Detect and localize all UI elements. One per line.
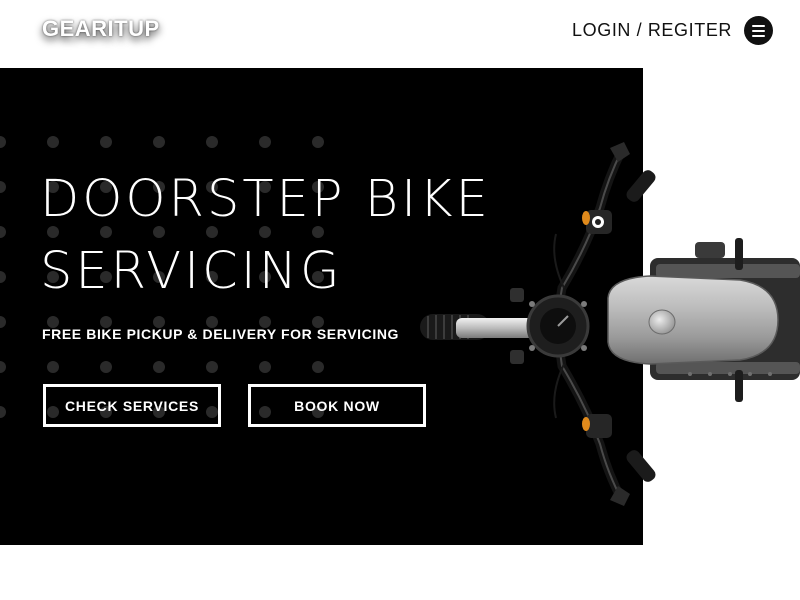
site-header: GEARITUP LOGIN / REGITER — [0, 0, 800, 68]
rear-rail-shape — [656, 362, 800, 374]
pattern-dot — [0, 181, 6, 193]
pattern-dot — [100, 361, 112, 373]
pattern-dot — [153, 136, 165, 148]
grip-shape — [626, 450, 656, 482]
switch-center-shape — [595, 219, 601, 225]
check-services-button[interactable]: CHECK SERVICES — [43, 384, 221, 427]
rear-rail-shape — [656, 264, 800, 278]
pattern-dot — [312, 361, 324, 373]
book-now-button[interactable]: BOOK NOW — [248, 384, 426, 427]
hamburger-menu-icon[interactable] — [744, 16, 773, 45]
pattern-dot — [0, 361, 6, 373]
reservoir-shape — [510, 288, 524, 302]
pattern-dot — [100, 136, 112, 148]
menu-bar-icon — [752, 25, 765, 27]
switch-housing-shape — [586, 414, 612, 438]
pattern-dot — [312, 136, 324, 148]
rear-part-shape — [695, 242, 725, 258]
pattern-dot — [206, 361, 218, 373]
pattern-dot — [259, 361, 271, 373]
motorcycle-image — [420, 142, 800, 506]
hero-subtitle: FREE BIKE PICKUP & DELIVERY FOR SERVICIN… — [42, 326, 400, 342]
pattern-dot — [259, 136, 271, 148]
pattern-dot — [0, 271, 6, 283]
turn-signal-shape — [582, 417, 590, 431]
pattern-dot — [47, 361, 59, 373]
pattern-dot — [0, 316, 6, 328]
menu-bar-icon — [752, 35, 765, 37]
rear-arm-shape — [735, 370, 743, 402]
reservoir-shape — [510, 350, 524, 364]
fuel-tank-shape — [607, 275, 779, 365]
pattern-dot — [0, 136, 6, 148]
menu-bar-icon — [752, 30, 765, 32]
pattern-dot — [206, 136, 218, 148]
pattern-dot — [0, 406, 6, 418]
pattern-dot — [153, 361, 165, 373]
fuel-cap-shape — [648, 309, 676, 335]
grip-shape — [626, 170, 656, 202]
login-register-link[interactable]: LOGIN / REGITER — [572, 20, 732, 41]
pattern-dot — [0, 226, 6, 238]
turn-signal-shape — [582, 211, 590, 225]
rear-arm-shape — [735, 238, 743, 270]
brand-logo[interactable]: GEARITUP — [42, 16, 160, 42]
page: GEARITUP LOGIN / REGITER DOORSTEP BIKE S… — [0, 0, 800, 600]
pattern-dot — [47, 136, 59, 148]
